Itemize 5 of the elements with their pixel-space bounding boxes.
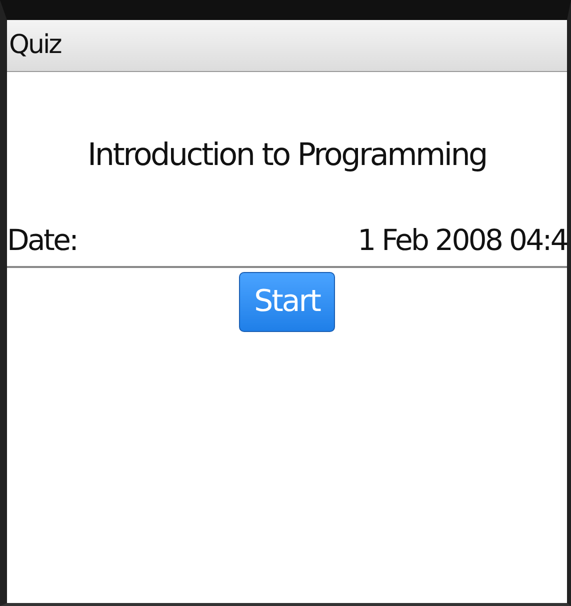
- window-title: Quiz: [9, 30, 61, 60]
- date-value: 1 Feb 2008 04:4: [358, 222, 567, 258]
- start-button[interactable]: Start: [239, 272, 335, 332]
- date-label: Date:: [7, 222, 78, 258]
- quiz-title: Introduction to Programming: [86, 136, 488, 175]
